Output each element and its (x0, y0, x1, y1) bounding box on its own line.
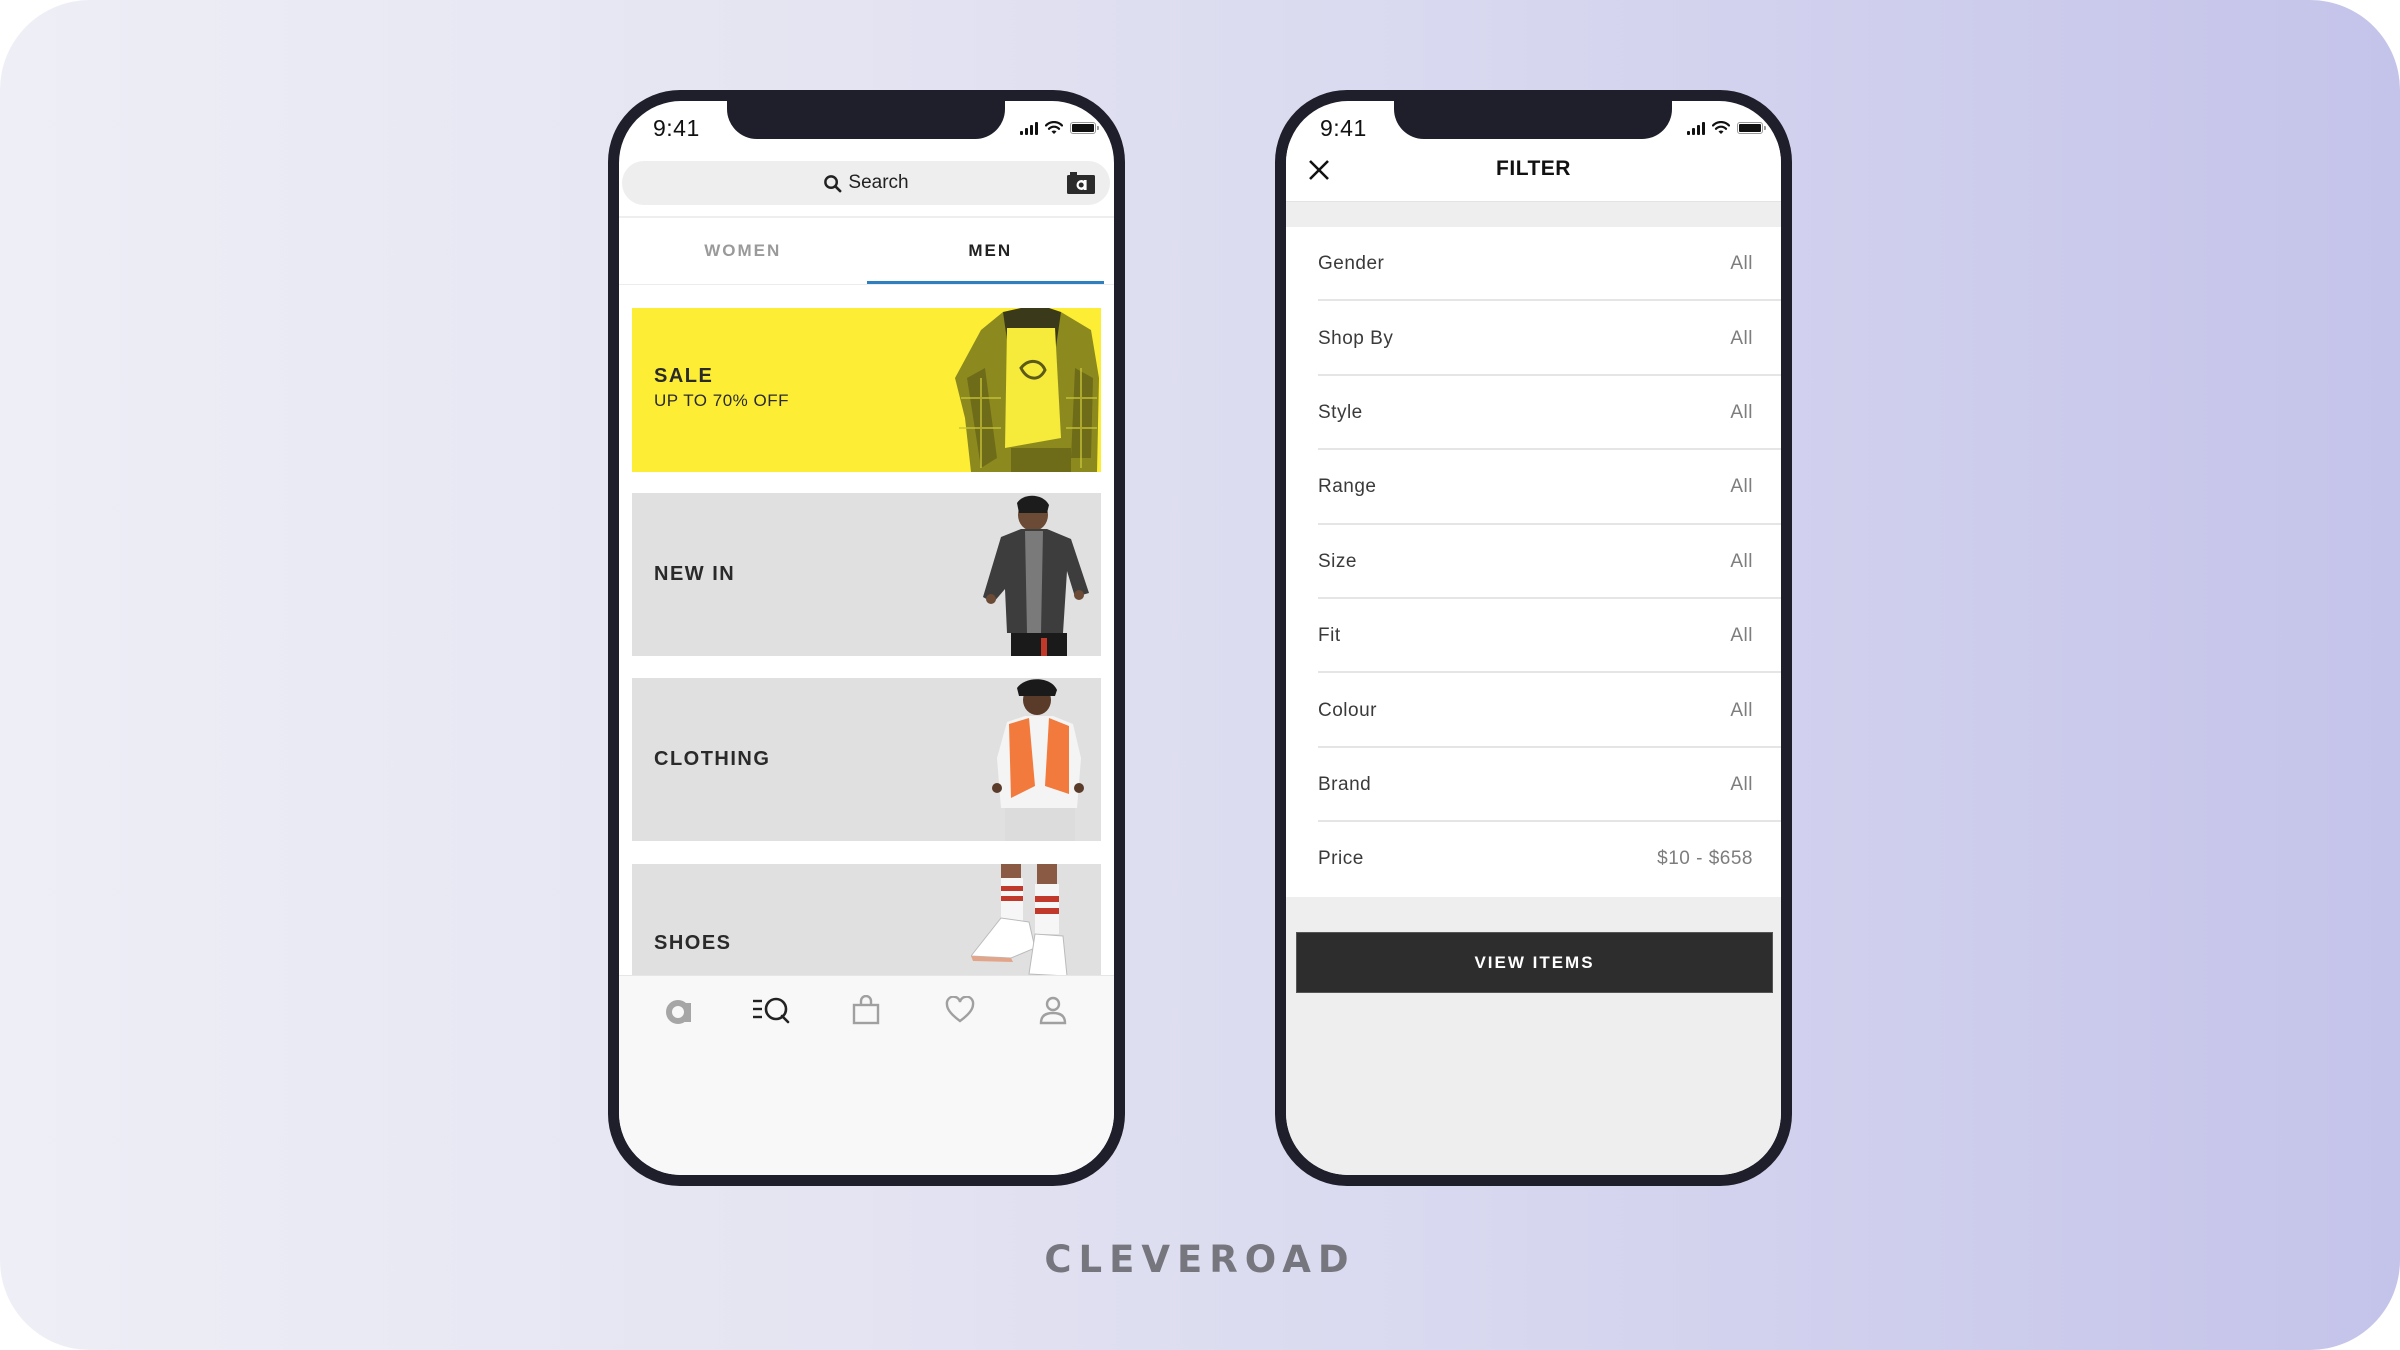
filter-name: Brand (1318, 773, 1372, 795)
tab-account[interactable] (1023, 990, 1083, 1030)
tab-women-label: WOMEN (704, 241, 782, 260)
filter-value: All (1730, 625, 1753, 647)
category-card-clothing[interactable]: CLOTHING (632, 678, 1101, 841)
filter-value: All (1730, 253, 1753, 275)
filter-name: Price (1318, 848, 1364, 870)
tab-men-label: MEN (968, 241, 1013, 260)
tab-saved[interactable] (930, 990, 990, 1030)
phone-notch (1394, 101, 1672, 139)
filter-row-brand[interactable]: Brand All (1286, 748, 1781, 823)
category-card-sale[interactable]: SALE UP TO 70% OFF (632, 308, 1101, 472)
search-input[interactable]: Search (622, 161, 1110, 205)
search-placeholder: Search (848, 172, 909, 193)
status-icons (1020, 120, 1099, 136)
tab-men[interactable]: MEN (866, 218, 1115, 284)
view-items-button[interactable]: VIEW ITEMS (1296, 932, 1773, 993)
category-subtitle: UP TO 70% OFF (654, 391, 789, 410)
model-denim-jacket-image (983, 495, 1089, 656)
filter-name: Shop By (1318, 327, 1394, 349)
brand-a-icon (665, 1000, 691, 1024)
filter-name: Colour (1318, 699, 1377, 721)
filter-header: FILTER (1286, 141, 1781, 201)
page-title: FILTER (1496, 157, 1571, 180)
cellular-signal-icon (1020, 121, 1038, 135)
heart-icon (945, 996, 975, 1023)
status-icons (1687, 120, 1766, 136)
cellular-signal-icon (1687, 121, 1705, 135)
filter-row-gender[interactable]: Gender All (1286, 227, 1781, 302)
filter-value: All (1730, 550, 1753, 572)
filter-screen: 9:41 FILTER Gender All Shop By All Style… (1286, 101, 1781, 1175)
filter-row-style[interactable]: Style All (1286, 376, 1781, 451)
tab-search[interactable] (743, 990, 803, 1030)
wifi-icon (1045, 121, 1063, 134)
filter-row-size[interactable]: Size All (1286, 525, 1781, 600)
phone-notch (727, 101, 1005, 139)
filter-name: Gender (1318, 253, 1385, 275)
category-card-new-in[interactable]: NEW IN (632, 493, 1101, 656)
filter-value: $10 - $658 (1657, 848, 1753, 870)
filter-row-price[interactable]: Price $10 - $658 (1286, 822, 1781, 896)
filter-row-shop-by[interactable]: Shop By All (1286, 301, 1781, 377)
model-orange-vest-image (992, 679, 1084, 841)
filter-row-range[interactable]: Range All (1286, 450, 1781, 525)
background-canvas: 9:41 Search WOMEN MEN SALE UP TO 70% OFF… (0, 0, 2400, 1350)
filter-row-colour[interactable]: Colour All (1286, 673, 1781, 749)
model-yellow-plaid-jacket-image (955, 308, 1099, 472)
visual-search-camera-icon[interactable] (1066, 171, 1096, 195)
filter-value: All (1730, 327, 1753, 349)
status-time: 9:41 (653, 115, 700, 141)
gender-tabs: WOMEN MEN (619, 218, 1114, 284)
bottom-tab-bar (619, 975, 1114, 1175)
filter-name: Range (1318, 476, 1377, 498)
battery-icon (1737, 122, 1766, 134)
category-title: SHOES (654, 932, 732, 954)
brand-logo: CLEVEROAD (1044, 1238, 1356, 1281)
divider (619, 284, 1114, 285)
battery-icon (1070, 122, 1099, 134)
shopping-bag-icon (853, 995, 880, 1025)
category-title: CLOTHING (654, 748, 771, 770)
filter-name: Size (1318, 550, 1357, 572)
search-list-icon (753, 997, 790, 1024)
tab-women[interactable]: WOMEN (619, 218, 867, 284)
filter-name: Style (1318, 401, 1363, 423)
filter-row-fit[interactable]: Fit All (1286, 599, 1781, 674)
wifi-icon (1712, 121, 1730, 134)
search-icon (824, 174, 842, 192)
filter-value: All (1730, 773, 1753, 795)
filter-name: Fit (1318, 625, 1341, 647)
filter-value: All (1730, 699, 1753, 721)
user-icon (1040, 996, 1067, 1025)
filter-value: All (1730, 401, 1753, 423)
tab-bag[interactable] (836, 990, 896, 1030)
tab-home[interactable] (650, 990, 710, 1030)
filter-list: Gender All Shop By All Style All Range A… (1286, 227, 1781, 897)
phone-mockup-shop: 9:41 Search WOMEN MEN SALE UP TO 70% OFF… (608, 90, 1125, 1186)
category-title: SALE (654, 365, 714, 387)
shop-screen: 9:41 Search WOMEN MEN SALE UP TO 70% OFF… (619, 101, 1114, 1175)
status-time: 9:41 (1320, 115, 1367, 141)
filter-value: All (1730, 476, 1753, 498)
phone-mockup-filter: 9:41 FILTER Gender All Shop By All Style… (1275, 90, 1792, 1186)
category-title: NEW IN (654, 563, 736, 585)
